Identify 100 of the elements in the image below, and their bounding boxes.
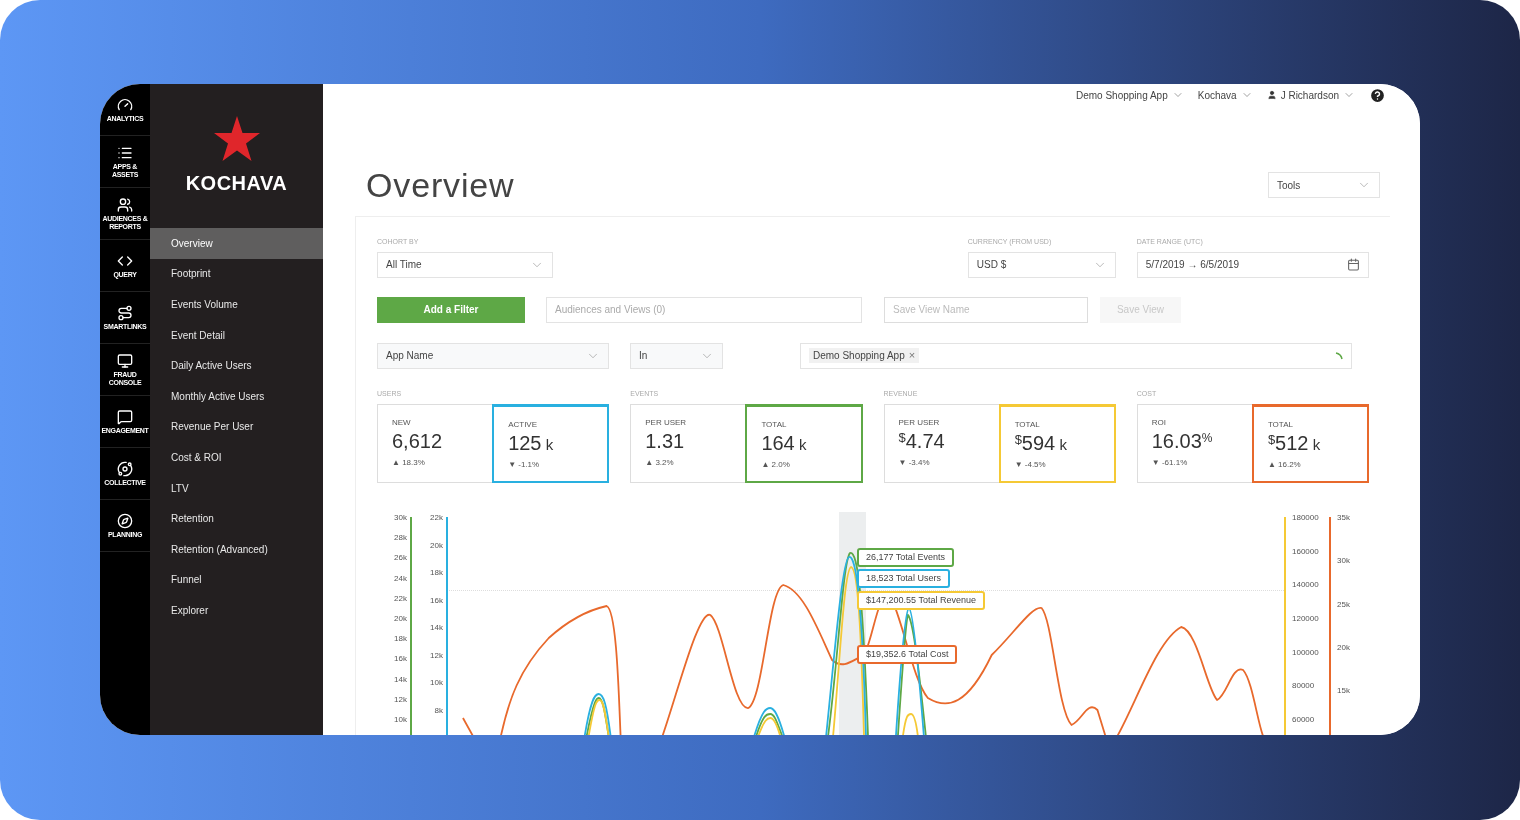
brand-name: KOCHAVA (185, 171, 288, 196)
field-select[interactable]: App Name (377, 342, 609, 369)
axis-tick-label: 16k (430, 596, 443, 605)
nav-item[interactable]: Retention (Advanced) (150, 533, 323, 565)
nav-item[interactable]: Cost & ROI (150, 442, 323, 473)
chart-tooltip: $147,200.55 Total Revenue (857, 591, 985, 610)
metric-label: ACTIVE (508, 421, 539, 429)
audiences-field[interactable]: Audiences and Views (0) (546, 296, 862, 323)
metric-value: 164 k (761, 433, 808, 453)
star-logo-icon (212, 116, 261, 162)
metric-value: $^{$}$512 k (1267, 433, 1322, 453)
metric-label: PER USER (898, 419, 941, 427)
axis-tick-label: 10k (430, 679, 443, 688)
nav-item[interactable]: Overview (150, 228, 323, 259)
metric-change: ▲ 2.0% (761, 459, 791, 471)
metric-change: ▲ 3.2% (645, 457, 675, 469)
metric-change: ▲ 16.2% (1267, 459, 1302, 471)
tag: Demo Shopping App × (809, 348, 920, 363)
axis-tick-label: 24k (394, 574, 407, 583)
calendar-icon (1347, 258, 1360, 271)
axis-tick-label: 15k (1337, 687, 1350, 695)
metric-tile[interactable]: NEW 6,612 ▲ 18.3% (378, 405, 494, 482)
axis-tick-label: 25k (1337, 600, 1350, 609)
axis-tick-label: 80000 (1292, 682, 1315, 691)
metric-tile[interactable]: ROI 16.03$^{%}$ ▼ -61.1% (1137, 405, 1253, 482)
help-icon[interactable] (1369, 86, 1386, 104)
axis-tick-label: 18k (430, 569, 443, 578)
metric-value: 1.31 (645, 431, 686, 451)
metric-tile[interactable]: PER USER 1.31 ▲ 3.2% (631, 405, 747, 482)
axis-tick-label: 30k (394, 514, 407, 522)
axis-tick-label: 180000 (1292, 514, 1319, 522)
axis-tick-label: 20k (430, 541, 443, 550)
nav-item[interactable]: Funnel (150, 564, 323, 596)
axis-tick-label: 120000 (1292, 615, 1319, 623)
metric-label: NEW (392, 419, 412, 427)
nav-item[interactable]: Footprint (150, 258, 323, 290)
nav-item[interactable]: Monthly Active Users (150, 380, 323, 412)
metric-label: TOTAL (1267, 421, 1294, 429)
metric-tile[interactable]: TOTAL $^{$}$512 k ▲ 16.2% (1251, 404, 1369, 483)
metric-tile[interactable]: PER USER $^{$}$4.74 ▼ -3.4% (884, 405, 1000, 482)
nav-item[interactable]: LTV (150, 472, 323, 504)
nav-item[interactable]: Daily Active Users (150, 350, 323, 381)
nav-item[interactable]: Events Volume (150, 289, 323, 320)
chart-tooltip: 26,177 Total Events (857, 548, 954, 567)
metric-value: 6,612 (392, 431, 444, 451)
metric-change: ▼ -3.4% (898, 457, 931, 469)
nav-item[interactable]: Revenue Per User (150, 411, 323, 443)
org-dropdown[interactable]: Kochava (1197, 87, 1253, 103)
cohort-select[interactable]: All Time (377, 251, 553, 278)
metric-value: $^{$}$4.74 (898, 431, 946, 451)
axis-tick-label: 18k (394, 635, 407, 644)
nav-item[interactable]: Explorer (150, 595, 323, 626)
metric-tile[interactable]: TOTAL $^{$}$594 k ▼ -4.5% (998, 404, 1116, 483)
axis-tick-label: 16k (394, 655, 407, 664)
axis-tick-label: 22k (394, 594, 407, 603)
metric-value: $^{$}$594 k (1014, 433, 1068, 453)
axis-tick-label: 30k (1337, 557, 1350, 566)
date-range-field[interactable]: 5/7/2019 → 6/5/2019 (1136, 251, 1369, 278)
user-icon (1266, 90, 1277, 100)
axis-tick-label: 8k (434, 707, 443, 715)
view-name-field[interactable]: Save View Name (884, 296, 1088, 323)
axis-tick-label: 35k (1337, 514, 1350, 522)
metric-value: 16.03$^{%}$ (1151, 431, 1214, 451)
axis-tick-label: 26k (394, 554, 407, 563)
axis-tick-label: 14k (394, 675, 407, 684)
tag-field[interactable]: Demo Shopping App × (800, 342, 1352, 369)
page-title: Overview (366, 168, 515, 202)
metric-value: 125 k (508, 433, 555, 453)
currency-select[interactable]: USD $ (967, 251, 1116, 278)
nav-item[interactable]: Retention (150, 503, 323, 534)
axis-tick-label: 100000 (1292, 648, 1319, 657)
axis-tick-label: 12k (394, 695, 407, 704)
axis-tick-label: 160000 (1292, 547, 1319, 556)
metric-tile[interactable]: TOTAL 164 k ▲ 2.0% (745, 404, 863, 483)
chart-tooltip: $19,352.6 Total Cost (857, 645, 958, 664)
metric-change: ▼ -4.5% (1014, 459, 1047, 471)
metric-label: ROI (1151, 419, 1167, 427)
axis-tick-label: 60000 (1292, 716, 1315, 724)
axis-tick-label: 20k (1337, 643, 1350, 652)
metric-label: TOTAL (1014, 421, 1041, 429)
metric-label: TOTAL (761, 421, 788, 429)
axis-tick-label: 10k (394, 716, 407, 724)
axis-tick-label: 20k (394, 615, 407, 623)
axis-tick-label: 140000 (1292, 581, 1319, 590)
metric-tile[interactable]: ACTIVE 125 k ▼ -1.1% (492, 404, 610, 483)
axis-tick-label: 28k (394, 534, 407, 543)
metric-change: ▼ -61.1% (1151, 457, 1189, 469)
loading-spinner-icon (1335, 351, 1343, 360)
metric-change: ▼ -1.1% (508, 459, 541, 471)
chart-tooltip: 18,523 Total Users (857, 569, 950, 588)
axis-tick-label: 22k (430, 514, 443, 522)
metric-label: PER USER (645, 419, 688, 427)
metric-change: ▲ 18.3% (392, 457, 426, 469)
operator-select[interactable]: In (630, 342, 723, 369)
app-dropdown[interactable]: Demo Shopping App (1076, 87, 1184, 103)
axis-tick-label: 14k (430, 624, 443, 633)
user-dropdown[interactable]: J Richardson (1266, 87, 1355, 103)
tools-dropdown[interactable]: Tools (1268, 172, 1380, 198)
tag-remove[interactable]: × (908, 350, 916, 361)
nav-item[interactable]: Event Detail (150, 319, 323, 351)
